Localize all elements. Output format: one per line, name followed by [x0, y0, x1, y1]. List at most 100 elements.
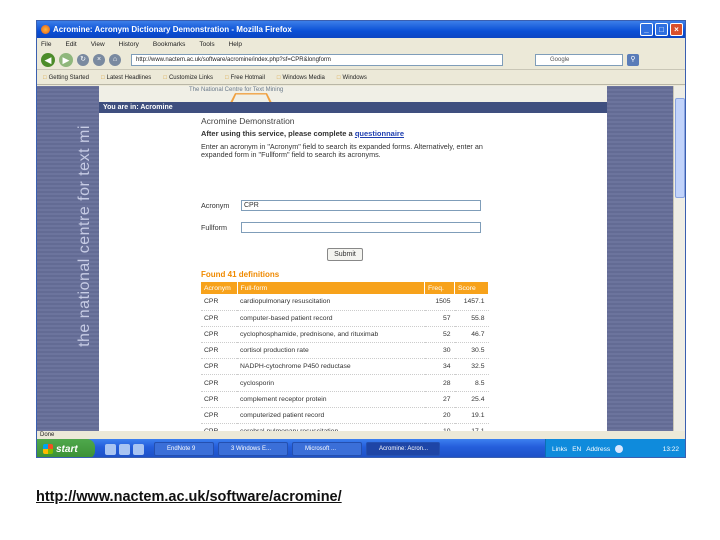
navigation-toolbar: ◀ ▶ ↻ × ⌂ http://www.nactem.ac.uk/softwa… [37, 50, 685, 70]
task-windows-explorer[interactable]: 3 Windows E... [218, 442, 288, 456]
cell-fullform: cortisol production rate [237, 342, 425, 360]
col-acronym-header: Acronym [201, 282, 238, 294]
menu-bookmarks[interactable]: Bookmarks [153, 41, 186, 48]
browser-content: the national centre for text mi The Nati… [37, 86, 685, 431]
questionnaire-link[interactable]: questionnaire [355, 129, 404, 138]
maximize-button[interactable]: □ [655, 23, 668, 36]
address-bar[interactable]: http://www.nactem.ac.uk/software/acromin… [131, 53, 503, 66]
table-row: CPR cyclosporin 28 8.5 [201, 374, 489, 392]
cell-score: 46.7 [454, 326, 489, 344]
intro-line: After using this service, please complet… [201, 129, 585, 138]
acromine-form: Acromine Demonstration After using this … [201, 116, 585, 431]
cell-fullform: NADPH-cytochrome P450 reductase [237, 358, 425, 376]
firefox-icon [41, 25, 50, 34]
start-label: start [56, 443, 78, 455]
table-row: CPR cyclophosphamide, prednisone, and rit… [201, 326, 489, 344]
right-decorative-band [607, 86, 673, 431]
cell-fullform: cyclosporin [237, 374, 425, 392]
fullform-input[interactable] [241, 222, 481, 233]
menu-help[interactable]: Help [229, 41, 242, 48]
cell-acronym: CPR [201, 326, 237, 344]
cell-freq: 30 [424, 342, 455, 360]
cell-acronym: CPR [201, 391, 237, 408]
results-count: Found 41 definitions [201, 270, 280, 279]
cell-acronym: CPR [201, 358, 237, 376]
reload-icon[interactable]: ↻ [77, 53, 89, 66]
table-row: CPR cortisol production rate 30 30.5 [201, 342, 489, 360]
results-header-row: Acronym Full-form Freq. Score [201, 282, 489, 294]
page-title: Acromine Demonstration [201, 116, 295, 126]
system-tray: Links EN Address 13:22 [545, 439, 685, 457]
forward-arrow-icon[interactable]: ▶ [59, 52, 73, 67]
fullform-row: Fullform [201, 222, 481, 233]
bookmark-item[interactable]: Getting Started [43, 75, 89, 81]
cell-score: 30.5 [454, 342, 489, 360]
bookmark-item[interactable]: Customize Links [163, 75, 213, 81]
tray-address[interactable]: Address [586, 446, 610, 453]
bookmarks-toolbar: Getting Started Latest Headlines Customi… [37, 71, 685, 85]
cell-fullform: cerebral pulmonary resuscitation [237, 423, 425, 431]
tray-network-icon[interactable] [615, 445, 624, 453]
cell-freq: 34 [424, 358, 455, 376]
start-button[interactable]: start [37, 439, 95, 457]
centre-name: The National Centre for Text Mining [189, 87, 284, 93]
cell-score: 55.8 [454, 310, 489, 327]
tray-language[interactable]: EN [572, 446, 581, 453]
window-title: Acromine: Acronym Dictionary Demonstrati… [53, 25, 292, 34]
table-row: CPR complement receptor protein 27 25.4 [201, 391, 489, 408]
bookmark-item[interactable]: Free Hotmail [225, 75, 265, 81]
table-row: CPR computerized patient record 20 19.1 [201, 407, 489, 425]
vertical-scrollbar[interactable] [673, 86, 685, 431]
stop-icon[interactable]: × [93, 53, 105, 66]
tray-links[interactable]: Links [552, 446, 567, 453]
search-icon[interactable]: ⚲ [627, 53, 639, 66]
task-microsoft[interactable]: Microsoft ... [292, 442, 362, 456]
col-freq-header: Freq. [424, 282, 455, 294]
vertical-brand-text: the national centre for text mi [76, 125, 93, 347]
window-titlebar: Acromine: Acronym Dictionary Demonstrati… [37, 21, 685, 38]
menu-bar: File Edit View History Bookmarks Tools H… [37, 38, 685, 50]
scrollbar-thumb[interactable] [675, 98, 685, 198]
acronym-input[interactable]: CPR [241, 200, 481, 211]
cell-freq: 1505 [424, 294, 455, 311]
back-arrow-icon[interactable]: ◀ [41, 52, 55, 67]
close-button[interactable]: × [670, 23, 683, 36]
cell-score: 32.5 [454, 358, 489, 376]
bookmark-item[interactable]: Windows [337, 75, 367, 81]
media-icon[interactable] [133, 443, 144, 455]
task-buttons: EndNote 9 3 Windows E... Microsoft ... A… [154, 442, 440, 456]
site-header: The National Centre for Text Mining [99, 86, 607, 102]
results-body: CPR cardiopulmonary resuscitation 1505 1457… [201, 294, 489, 431]
menu-file[interactable]: File [41, 41, 51, 48]
cell-acronym: CPR [201, 294, 237, 311]
home-icon[interactable]: ⌂ [109, 53, 121, 66]
col-score-header: Score [454, 282, 489, 294]
acromine-url-link[interactable]: http://www.nactem.ac.uk/software/acromin… [36, 489, 342, 505]
acronym-row: Acronym CPR [201, 200, 481, 211]
search-input[interactable]: Google [535, 53, 623, 66]
breadcrumb: You are in: Acromine [99, 102, 607, 113]
cell-freq: 10 [424, 423, 455, 431]
menu-history[interactable]: History [119, 41, 139, 48]
task-endnote[interactable]: EndNote 9 [154, 442, 214, 456]
acromine-page: The National Centre for Text Mining You … [99, 86, 607, 431]
bookmark-item[interactable]: Windows Media [277, 75, 325, 81]
browser-icon[interactable] [119, 443, 130, 455]
table-row: CPR cardiopulmonary resuscitation 1505 1457… [201, 294, 489, 311]
desktop-icon[interactable] [105, 443, 116, 455]
minimize-button[interactable]: _ [640, 23, 653, 36]
submit-button[interactable]: Submit [327, 248, 363, 261]
task-acromine[interactable]: Acromine: Acron... [366, 442, 440, 456]
menu-tools[interactable]: Tools [199, 41, 214, 48]
cell-score: 25.4 [454, 391, 489, 408]
window-controls: _ □ × [640, 23, 683, 36]
cell-freq: 20 [424, 407, 455, 425]
menu-view[interactable]: View [91, 41, 105, 48]
col-fullform-header: Full-form [237, 282, 425, 294]
table-row: CPRcerebral pulmonary resuscitation1017.… [201, 423, 489, 431]
bookmark-item[interactable]: Latest Headlines [101, 75, 152, 81]
fullform-label: Fullform [201, 223, 227, 232]
cell-acronym: CPR [201, 342, 237, 360]
menu-edit[interactable]: Edit [65, 41, 76, 48]
acronym-label: Acronym [201, 201, 230, 210]
